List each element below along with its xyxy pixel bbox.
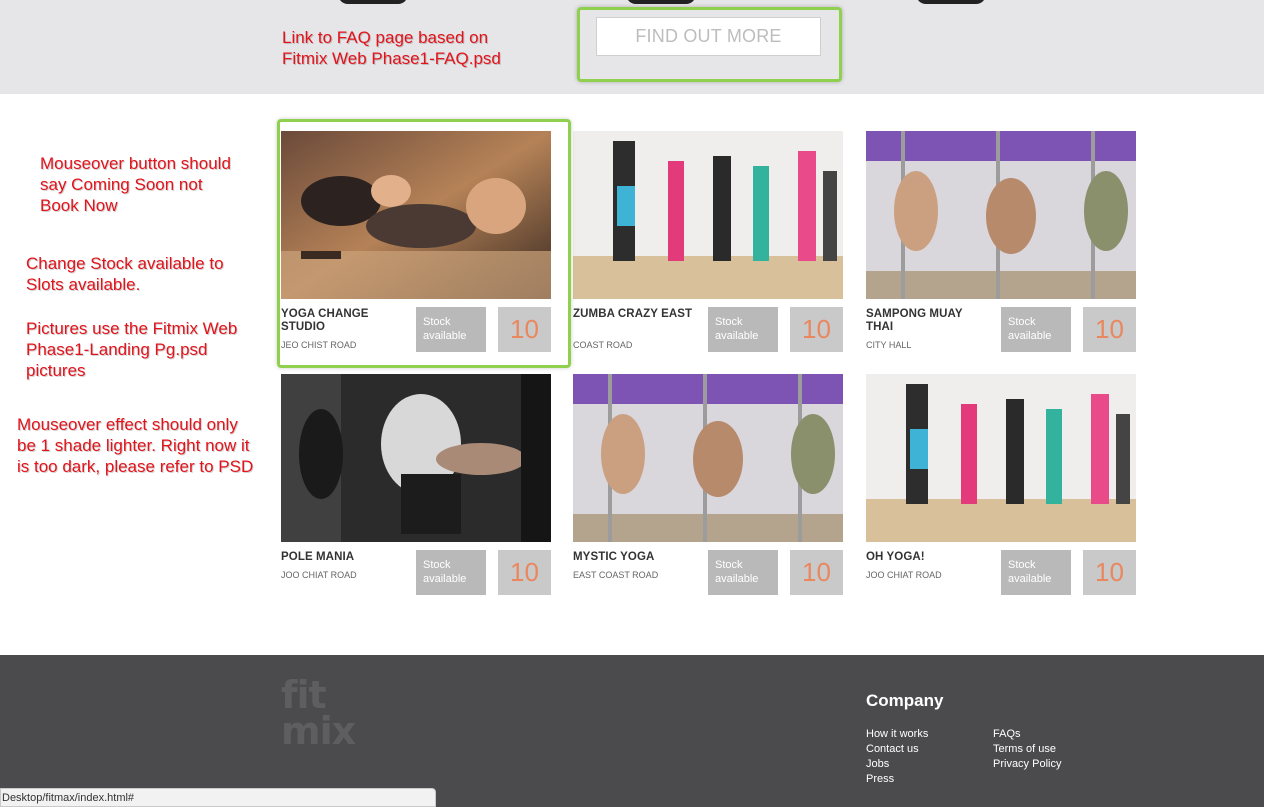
annotation-line: Fitmix Web Phase1-FAQ.psd <box>282 49 501 68</box>
annotation-faq-link: Link to FAQ page based on Fitmix Web Pha… <box>282 27 501 69</box>
fitmix-logo[interactable]: fit mix <box>281 673 356 753</box>
annotation-line: Pictures use the Fitmix Web <box>26 319 238 338</box>
annotation-line: Link to FAQ page based on <box>282 28 489 47</box>
class-photo[interactable] <box>573 131 843 299</box>
footer-link-press[interactable]: Press <box>866 772 928 787</box>
annotation-pictures: Pictures use the Fitmix Web Phase1-Landi… <box>26 318 237 381</box>
annotation-line: Change Stock available to <box>26 254 224 273</box>
footer-links-col1: How it works Contact us Jobs Press <box>866 727 928 787</box>
studio-address: EAST COAST ROAD <box>573 570 659 580</box>
footer-link-how-it-works[interactable]: How it works <box>866 727 928 742</box>
stock-available-badge: Stock available <box>708 307 778 352</box>
stock-available-badge: Stock available <box>416 550 486 595</box>
footer-link-jobs[interactable]: Jobs <box>866 757 928 772</box>
annotation-line: Phase1-Landing Pg.psd <box>26 340 208 359</box>
annotation-line: say Coming Soon not <box>40 175 203 194</box>
studio-name: OH YOGA! <box>866 551 925 563</box>
annotation-change-stock: Change Stock available to Slots availabl… <box>26 253 224 295</box>
footer-links-col2: FAQs Terms of use Privacy Policy <box>993 727 1061 772</box>
stock-available-badge: Stock available <box>1001 550 1071 595</box>
class-photo[interactable] <box>281 374 551 542</box>
annotation-mouseover-button: Mouseover button should say Coming Soon … <box>40 153 231 216</box>
annotation-mouseover-effect: Mouseover effect should only be 1 shade … <box>17 414 253 477</box>
studio-name: POLE MANIA <box>281 551 355 563</box>
annotation-highlight-card <box>277 119 571 368</box>
browser-status-bar: Desktop/fitmax/index.html# <box>0 788 436 807</box>
annotation-line: pictures <box>26 361 86 380</box>
studio-address: JOO CHIAT ROAD <box>866 570 942 580</box>
hero-graphic-fragment <box>338 0 408 4</box>
stock-count: 10 <box>790 307 843 352</box>
footer-link-privacy[interactable]: Privacy Policy <box>993 757 1061 772</box>
stock-count: 10 <box>1083 307 1136 352</box>
hero-graphic-fragment <box>916 0 986 4</box>
studio-name: SAMPONG MUAY THAI <box>866 308 963 333</box>
hero-graphic-fragment <box>626 0 696 4</box>
studio-name: MYSTIC YOGA <box>573 551 655 563</box>
annotation-line: be 1 shade lighter. Right now it <box>17 436 250 455</box>
annotation-line: Mouseover effect should only <box>17 415 238 434</box>
class-photo[interactable] <box>573 374 843 542</box>
annotation-line: is too dark, please refer to PSD <box>17 457 254 476</box>
annotation-line: Mouseover button should <box>40 154 231 173</box>
studio-address: CITY HALL <box>866 340 912 350</box>
studio-address: JOO CHIAT ROAD <box>281 570 357 580</box>
class-photo[interactable] <box>866 374 1136 542</box>
footer: fit mix Company How it works Contact us … <box>0 655 1264 807</box>
studio-address: COAST ROAD <box>573 340 633 350</box>
find-out-more-button[interactable]: FIND OUT MORE <box>596 17 821 56</box>
stock-available-badge: Stock available <box>1001 307 1071 352</box>
class-photo[interactable] <box>866 131 1136 299</box>
footer-link-contact-us[interactable]: Contact us <box>866 742 928 757</box>
stock-count: 10 <box>790 550 843 595</box>
footer-company-heading: Company <box>866 691 944 710</box>
annotation-line: Slots available. <box>26 275 141 294</box>
footer-link-faqs[interactable]: FAQs <box>993 727 1061 742</box>
stock-count: 10 <box>498 550 551 595</box>
stock-available-badge: Stock available <box>708 550 778 595</box>
stock-count: 10 <box>1083 550 1136 595</box>
logo-text: fit <box>281 673 327 717</box>
footer-link-terms[interactable]: Terms of use <box>993 742 1061 757</box>
studio-name: ZUMBA CRAZY EAST <box>573 308 693 320</box>
logo-text: mix <box>281 709 356 753</box>
annotation-line: Book Now <box>40 196 118 215</box>
